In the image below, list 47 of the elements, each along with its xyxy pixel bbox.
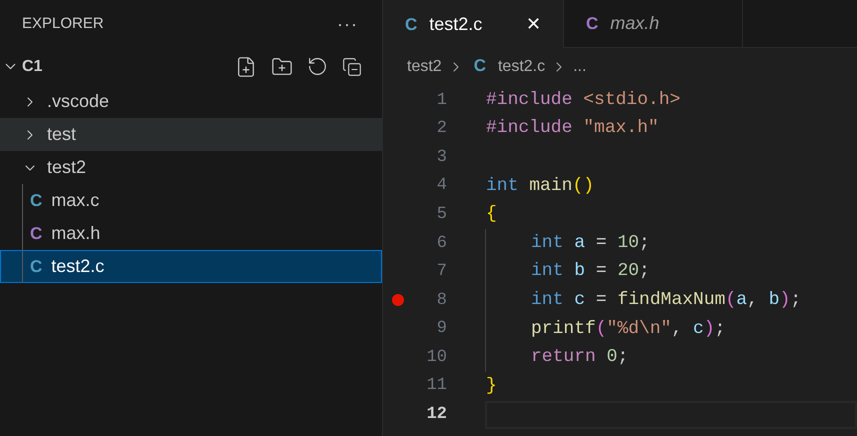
new-folder-icon[interactable] xyxy=(271,56,293,78)
more-actions-button[interactable]: ··· xyxy=(337,10,358,38)
line-number: 4 xyxy=(436,175,447,198)
c-file-icon: C xyxy=(474,56,486,75)
breadcrumb-item[interactable]: ... xyxy=(573,55,586,79)
folder-item[interactable]: test xyxy=(0,118,382,151)
panel-title: EXPLORER xyxy=(22,14,104,34)
code-line: int main() xyxy=(485,174,596,198)
refresh-icon[interactable] xyxy=(307,56,328,77)
c-file-icon: C xyxy=(30,225,42,242)
new-file-icon[interactable] xyxy=(235,56,257,78)
line-number: 10 xyxy=(426,346,447,369)
c-file-icon: C xyxy=(405,16,418,32)
c-file-icon: C xyxy=(30,192,42,209)
code-line: int a = 10; xyxy=(485,228,857,258)
code-line: } xyxy=(485,374,498,398)
code-line: return 0; xyxy=(485,343,857,372)
breadcrumb-item[interactable]: test2.c xyxy=(498,55,546,79)
c-file-icon: C xyxy=(30,258,42,275)
folder-item[interactable]: test2 xyxy=(0,151,382,184)
code-line: int c = findMaxNum(a, b); xyxy=(485,286,857,315)
line-number: 5 xyxy=(436,204,447,226)
line-number: 9 xyxy=(436,318,447,340)
file-item[interactable]: C max.c xyxy=(0,184,382,217)
line-number: 6 xyxy=(436,232,447,255)
line-number: 11 xyxy=(426,375,447,398)
file-item[interactable]: C test2.c xyxy=(0,250,382,283)
editor-tab[interactable]: C max.h xyxy=(563,0,743,48)
code-line: int b = 20; xyxy=(485,258,857,286)
breadcrumb-item[interactable]: test2 xyxy=(407,55,442,79)
code-line: #include <stdio.h> xyxy=(485,88,682,112)
folder-item[interactable]: .vscode xyxy=(0,85,382,118)
line-number: 8 xyxy=(436,290,447,312)
collapse-all-icon[interactable] xyxy=(342,56,362,76)
line-number: 12 xyxy=(426,404,447,426)
line-number: 3 xyxy=(436,146,447,169)
c-file-icon: C xyxy=(586,15,598,32)
line-number: 7 xyxy=(436,261,447,284)
editor-tab[interactable]: C test2.c ✕ xyxy=(383,0,563,48)
root-folder-item[interactable]: C1 xyxy=(0,48,382,85)
line-number: 1 xyxy=(436,90,447,112)
code-line: printf("%d\n", c); xyxy=(485,314,857,344)
code-line: { xyxy=(485,203,498,226)
close-button[interactable]: ✕ xyxy=(526,10,541,38)
code-line: #include "max.h" xyxy=(485,117,660,140)
line-number: 2 xyxy=(436,118,447,140)
file-item[interactable]: C max.h xyxy=(0,217,382,250)
